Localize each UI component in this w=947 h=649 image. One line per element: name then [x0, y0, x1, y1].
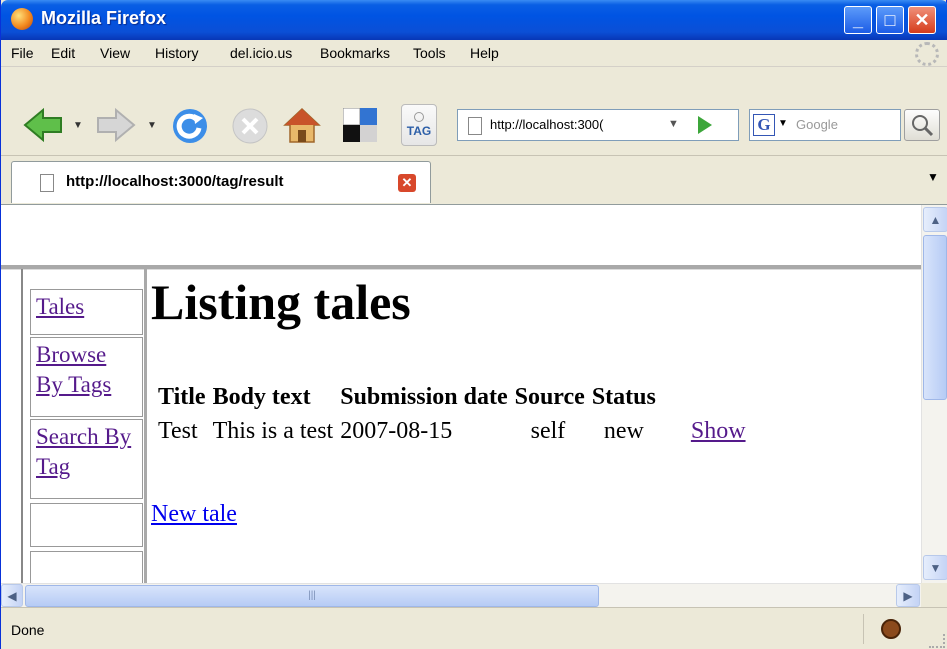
sidebar-frame: Tales Browse By Tags Search By Tag — [21, 269, 147, 583]
delicious-button[interactable] — [343, 108, 377, 142]
scrollbar-corner — [921, 583, 947, 607]
cell-title: Test — [158, 418, 198, 444]
menu-tools[interactable]: Tools — [413, 45, 446, 61]
title-bar[interactable]: Mozilla Firefox _ □ ✕ — [1, 0, 947, 40]
sidebar-link-tales[interactable]: Tales — [36, 294, 84, 319]
close-button[interactable]: ✕ — [908, 6, 936, 34]
horizontal-scrollbar[interactable]: ◀ ||| ▶ — [1, 583, 921, 607]
chevron-left-icon: ◀ — [7, 588, 17, 603]
sidebar-link-browse-by-tags[interactable]: Browse By Tags — [36, 342, 111, 397]
cell-date: 2007-08-15 — [340, 418, 453, 444]
table-header-row: Title Body text Submission date Source S… — [156, 384, 748, 411]
sidebar-empty-cell — [30, 551, 143, 583]
chevron-down-icon: ▼ — [929, 560, 942, 575]
status-separator — [863, 614, 864, 644]
search-input[interactable]: Google — [796, 117, 838, 132]
url-text[interactable]: http://localhost:300( — [490, 117, 660, 132]
sidebar-link-search-by-tag[interactable]: Search By Tag — [36, 424, 131, 479]
menu-help[interactable]: Help — [470, 45, 499, 61]
scroll-down-button[interactable]: ▼ — [923, 555, 947, 580]
column-header-status: Status — [591, 384, 656, 410]
firefox-icon — [11, 8, 33, 30]
browser-window: Mozilla Firefox _ □ ✕ File Edit View His… — [0, 0, 947, 649]
sidebar-item-tales: Tales — [30, 289, 143, 335]
table-row: Test This is a test 2007-08-15 self new … — [156, 414, 748, 445]
throbber-icon — [915, 42, 939, 66]
chevron-right-icon: ▶ — [903, 588, 913, 603]
column-header-body: Body text — [212, 384, 311, 410]
window-title: Mozilla Firefox — [41, 8, 167, 28]
scroll-right-button[interactable]: ▶ — [896, 584, 920, 607]
reload-button[interactable] — [170, 106, 210, 146]
page-title: Listing tales — [151, 274, 411, 330]
tales-table: Title Body text Submission date Source S… — [153, 381, 751, 448]
vertical-scrollbar[interactable]: ▲ ▼ — [921, 205, 947, 583]
sidebar-item-browse: Browse By Tags — [30, 337, 143, 417]
menu-delicious[interactable]: del.icio.us — [230, 45, 292, 61]
home-icon — [283, 107, 321, 143]
page-content: Tales Browse By Tags Search By Tag Listi… — [1, 205, 921, 583]
back-dropdown-icon[interactable]: ▼ — [73, 120, 83, 131]
column-header-title: Title — [158, 384, 206, 410]
chevron-up-icon: ▲ — [929, 212, 942, 227]
tab-page-icon — [40, 174, 54, 192]
tag-label: TAG — [406, 124, 432, 138]
tag-button[interactable]: TAG — [401, 104, 437, 146]
url-bar[interactable]: http://localhost:300( ▼ — [457, 109, 739, 141]
back-button[interactable] — [21, 107, 65, 143]
tab-close-icon[interactable]: ✕ — [398, 174, 416, 192]
column-header-action — [661, 384, 748, 411]
menu-bookmarks[interactable]: Bookmarks — [320, 45, 390, 61]
engine-dropdown-icon[interactable]: ▼ — [778, 118, 788, 129]
scroll-up-button[interactable]: ▲ — [923, 207, 947, 232]
menu-view[interactable]: View — [100, 45, 130, 61]
scroll-left-button[interactable]: ◀ — [1, 584, 23, 607]
sidebar-empty-cell — [30, 503, 143, 547]
column-header-date: Submission date — [340, 384, 508, 410]
forward-icon — [97, 107, 136, 143]
reload-icon — [173, 109, 207, 143]
menu-edit[interactable]: Edit — [51, 45, 75, 61]
stop-button[interactable] — [230, 106, 270, 146]
cell-source: self — [530, 418, 566, 444]
stop-icon — [232, 108, 268, 144]
tab-current[interactable]: http://localhost:3000/tag/result ✕ — [11, 161, 431, 203]
page-icon — [468, 117, 482, 135]
go-icon[interactable] — [698, 116, 712, 134]
resize-grip-icon[interactable] — [929, 634, 945, 648]
horizontal-scroll-thumb[interactable]: ||| — [25, 585, 599, 607]
maximize-button[interactable]: □ — [876, 6, 904, 34]
sidebar-item-search: Search By Tag — [30, 419, 143, 499]
delicious-icon — [343, 108, 377, 142]
search-bar[interactable]: G ▼ Google — [749, 109, 901, 141]
menu-file[interactable]: File — [11, 45, 34, 61]
home-button[interactable] — [282, 106, 322, 146]
tag-icon — [414, 112, 424, 122]
greasemonkey-icon[interactable] — [881, 619, 901, 639]
forward-button[interactable] — [94, 107, 138, 143]
tab-label: http://localhost:3000/tag/result — [66, 173, 284, 190]
maximize-icon: □ — [884, 9, 896, 30]
vertical-scroll-thumb[interactable] — [923, 235, 947, 400]
status-bar: Done — [1, 607, 947, 649]
search-button[interactable] — [904, 109, 940, 141]
menu-bar: File Edit View History del.icio.us Bookm… — [1, 40, 947, 67]
tab-list-dropdown-icon[interactable]: ▼ — [927, 170, 939, 184]
status-text: Done — [11, 622, 45, 638]
cell-body: This is a test — [212, 418, 334, 444]
close-icon: ✕ — [914, 9, 930, 30]
cell-status: new — [603, 418, 644, 444]
minimize-button[interactable]: _ — [844, 6, 872, 34]
magnifier-icon — [912, 115, 934, 137]
column-header-source: Source — [514, 384, 585, 410]
new-tale-link[interactable]: New tale — [151, 501, 237, 528]
minimize-icon: _ — [852, 9, 863, 30]
url-history-dropdown-icon[interactable]: ▼ — [668, 118, 679, 130]
show-link[interactable]: Show — [691, 418, 746, 444]
back-icon — [23, 107, 62, 143]
google-engine-icon[interactable]: G — [753, 114, 775, 136]
forward-dropdown-icon[interactable]: ▼ — [147, 120, 157, 131]
menu-history[interactable]: History — [155, 45, 199, 61]
